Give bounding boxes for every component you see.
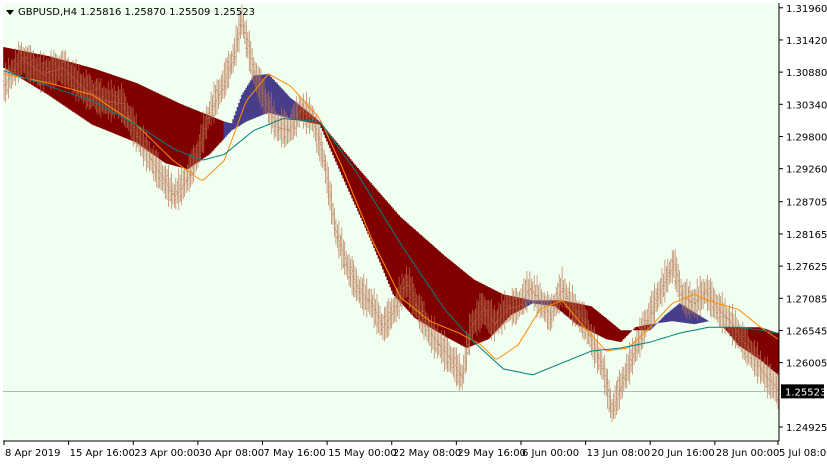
time-tick-label: 13 Jun 08:00: [587, 448, 651, 459]
price-axis: 1.31960 1.31420 1.30880 1.30340 1.29800 1.292…: [779, 4, 827, 434]
price-tick-label: 1.29800: [786, 132, 827, 143]
time-tick-label: 23 Apr 00:00: [134, 448, 199, 459]
chart-window[interactable]: 1.31960 1.31420 1.30880 1.30340 1.29800 1.292…: [0, 0, 827, 465]
time-tick-label: 15 Apr 16:00: [70, 448, 135, 459]
symbol-info-header: GBPUSD,H4 1.25816 1.25870 1.25509 1.2552…: [6, 7, 255, 18]
time-axis: 8 Apr 2019 15 Apr 16:00 23 Apr 00:00 30 Apr…: [3, 441, 827, 459]
time-tick-label: 29 May 16:00: [457, 448, 526, 459]
price-tick-label: 1.30340: [786, 100, 827, 111]
price-tick-label: 1.26005: [786, 359, 827, 370]
time-tick-label: 8 Apr 2019: [5, 448, 60, 459]
price-tick-label: 1.24925: [786, 423, 827, 434]
price-tick-label: 1.28705: [786, 198, 827, 209]
time-tick-label: 6 Jun 00:00: [522, 448, 579, 459]
price-tick-label: 1.28165: [786, 230, 827, 241]
ohlc-values-label: 1.25816 1.25870 1.25509 1.25523: [80, 7, 255, 18]
price-chart[interactable]: 1.31960 1.31420 1.30880 1.30340 1.29800 1.292…: [0, 0, 827, 465]
price-tick-label: 1.31960: [786, 4, 827, 15]
price-tick-label: 1.27625: [786, 262, 827, 273]
time-tick-label: 20 Jun 16:00: [651, 448, 715, 459]
current-price-label: 1.25523: [785, 387, 826, 398]
symbol-timeframe-label: GBPUSD,H4: [18, 7, 77, 18]
price-tick-label: 1.27085: [786, 294, 827, 305]
price-tick-label: 1.31420: [786, 36, 827, 47]
price-tick-label: 1.30880: [786, 68, 827, 79]
time-tick-label: 28 Jun 00:00: [716, 448, 780, 459]
time-tick-label: 15 May 00:00: [328, 448, 397, 459]
time-tick-label: 5 Jul 08:00: [779, 448, 827, 459]
time-tick-label: 22 May 08:00: [393, 448, 462, 459]
price-tick-label: 1.26545: [786, 326, 827, 337]
time-tick-label: 7 May 16:00: [263, 448, 325, 459]
time-tick-label: 30 Apr 08:00: [199, 448, 264, 459]
price-tick-label: 1.29260: [786, 165, 827, 176]
